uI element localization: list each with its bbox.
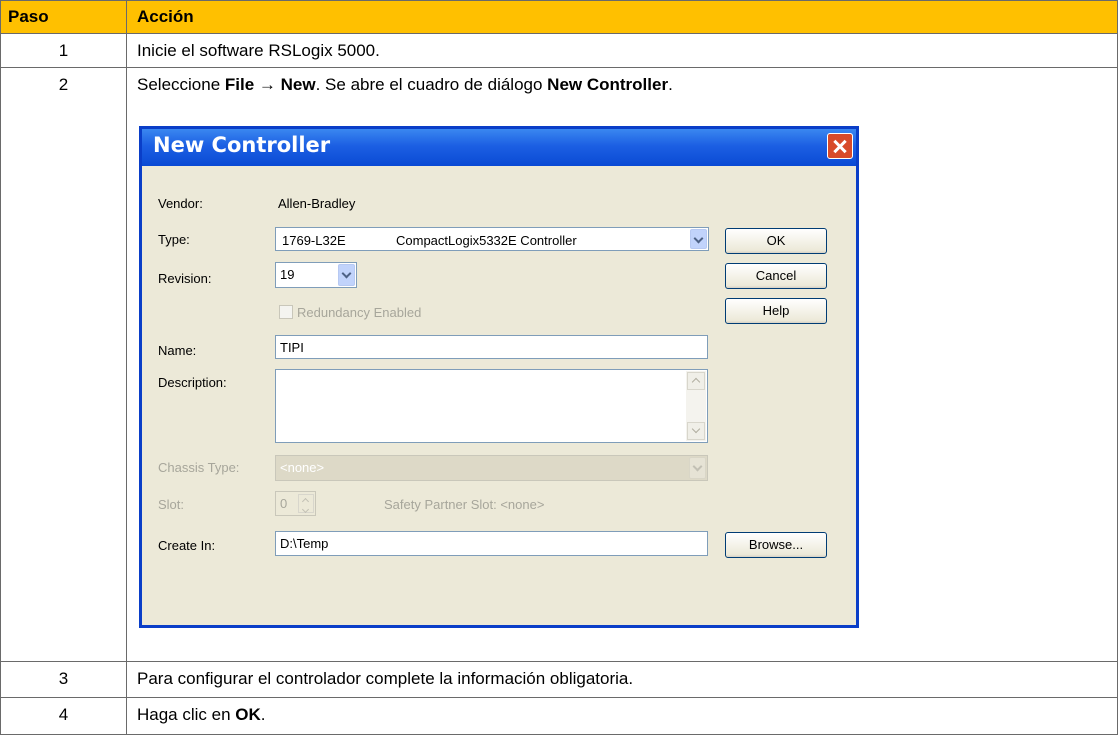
type-description: CompactLogix5332E Controller [396,233,577,248]
table-row: 3 Para configurar el controlador complet… [0,661,1118,698]
step-number: 4 [0,697,127,735]
table-header-row: Paso Acción [0,0,1118,34]
step-number: 2 [0,67,127,662]
revision-label: Revision: [158,271,212,286]
step-text: Inicie el software RSLogix 5000. [126,33,1118,68]
description-scrollbar[interactable] [686,371,706,441]
type-code: 1769-L32E [282,233,346,248]
type-select[interactable]: 1769-L32E CompactLogix5332E Controller [275,227,709,251]
dialog-title: New Controller [153,133,331,157]
new-controller-dialog: New Controller Vendor: Allen-Bradley Typ… [139,126,859,628]
close-icon[interactable] [827,133,853,159]
table-row: 4 Haga clic en OK. [0,697,1118,735]
slot-value: 0 [280,496,288,511]
vendor-value: Allen-Bradley [278,196,356,211]
chevron-down-icon[interactable] [690,229,707,249]
cancel-button[interactable]: Cancel [725,263,827,289]
ok-button[interactable]: OK [725,228,827,254]
browse-button[interactable]: Browse... [725,532,827,558]
chevron-down-icon[interactable] [687,422,705,440]
chassis-type-value: <none> [280,460,325,475]
redundancy-label: Redundancy Enabled [297,305,422,320]
header-action: Acción [126,0,1118,34]
step-number: 1 [0,33,127,68]
spinner-icon [298,494,314,513]
name-value: TIPI [280,340,304,355]
chevron-down-icon [689,457,706,479]
name-input[interactable]: TIPI [275,335,708,359]
description-textarea[interactable] [275,369,708,443]
chevron-up-icon[interactable] [687,372,705,390]
help-button[interactable]: Help [725,298,827,324]
vendor-label: Vendor: [158,196,203,211]
step-number: 3 [0,661,127,698]
create-in-value: D:\Temp [280,536,329,551]
header-step: Paso [0,0,127,34]
slot-label: Slot: [158,497,185,512]
create-in-input[interactable]: D:\Temp [275,531,708,556]
step-text: Para configurar el controlador complete … [126,661,1118,698]
safety-partner-slot: Safety Partner Slot: <none> [384,497,545,512]
chassis-type-select[interactable]: <none> [275,455,708,481]
name-label: Name: [158,343,197,358]
step-text: Haga clic en OK. [126,697,1118,735]
checkbox-icon[interactable] [279,305,293,319]
chevron-down-icon[interactable] [338,264,355,286]
table-row: 1 Inicie el software RSLogix 5000. [0,33,1118,68]
type-label: Type: [158,232,190,247]
slot-spinner[interactable]: 0 [275,491,316,516]
revision-value: 19 [280,267,295,282]
create-in-label: Create In: [158,538,216,553]
revision-select[interactable]: 19 [275,262,357,288]
chassis-type-label: Chassis Type: [158,460,240,475]
dialog-titlebar[interactable]: New Controller [142,129,856,166]
description-label: Description: [158,375,227,390]
